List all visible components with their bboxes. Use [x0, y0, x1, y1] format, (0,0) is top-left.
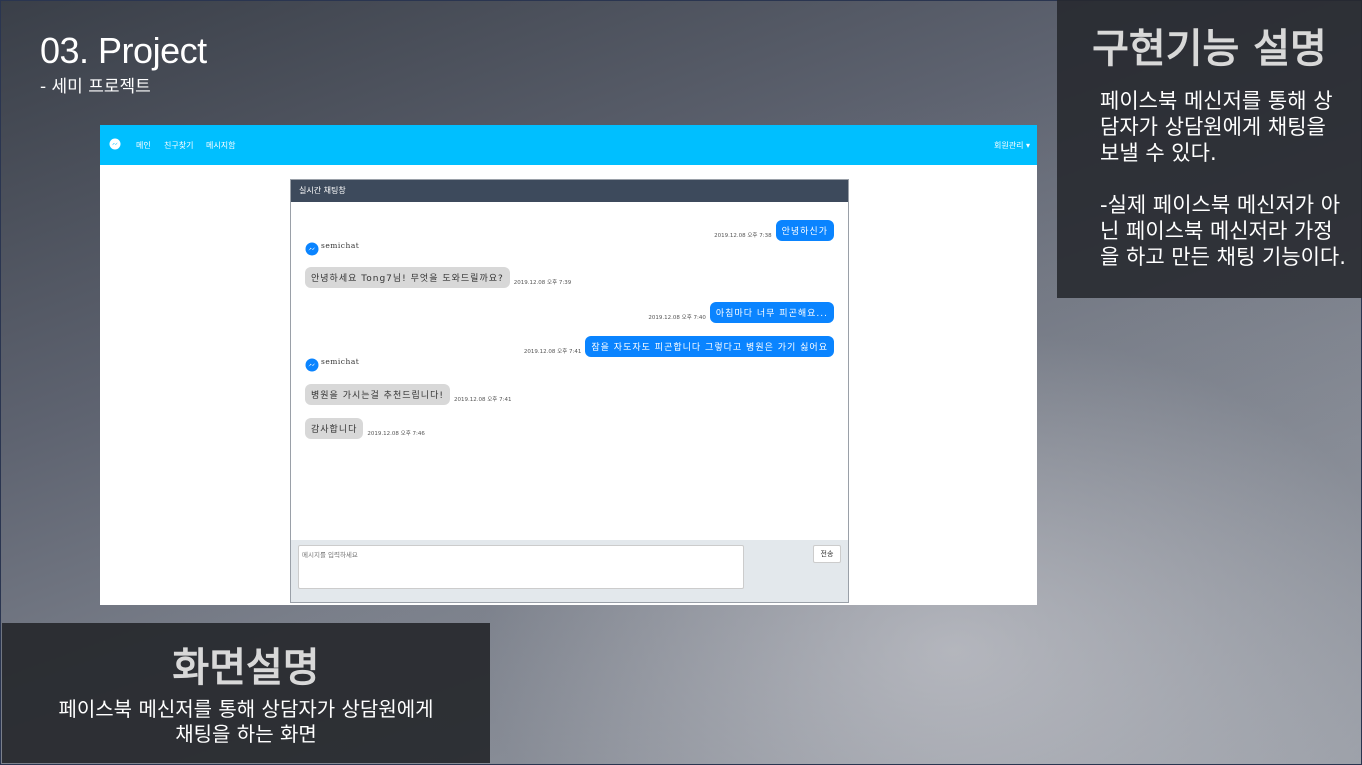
message-time: 2019.12.08 오후 7:39 [513, 280, 572, 286]
navbar: 메인 친구찾기 메시지함 회원관리 ▾ [100, 125, 1037, 165]
sender-label: semichat [305, 356, 360, 372]
nav-main[interactable]: 메인 [136, 140, 151, 151]
app-screenshot: 메인 친구찾기 메시지함 회원관리 ▾ 실시간 채팅창 2019.12.08 오… [100, 125, 1037, 605]
feature-description-box: 구현기능 설명 페이스북 메신저를 통해 상담자가 상담원에게 채팅을 보낼 수… [1057, 0, 1362, 298]
feature-description-text: 페이스북 메신저를 통해 상담자가 상담원에게 채팅을 보낼 수 있다. -실제… [1100, 89, 1346, 269]
screen-caption-box: 화면설명 페이스북 메신저를 통해 상담자가 상담원에게 채팅을 하는 화면 [2, 623, 490, 763]
message-bubble-sent: 아침마다 너무 피곤해요... [709, 302, 834, 323]
sender-label: semichat [305, 240, 360, 256]
message-bubble-received: 안녕하세요 Tong7님! 무엇을 도와드릴까요? [305, 267, 510, 288]
message-bubble-received: 병원을 가시는걸 추천드립니다! [305, 384, 450, 405]
message-input-area: 전송 [291, 540, 848, 602]
slide-title: 03. Project [40, 30, 207, 71]
message-time: 2019.12.08 오후 7:41 [453, 397, 512, 403]
messenger-avatar-icon [305, 242, 319, 256]
nav-find-friends[interactable]: 친구찾기 [164, 140, 193, 151]
messenger-icon[interactable] [109, 138, 121, 150]
member-menu-dropdown[interactable]: 회원관리 ▾ [994, 140, 1030, 151]
message-list[interactable]: 2019.12.08 오후 7:38 안녕하신가 semichat 안녕하세요 … [291, 202, 848, 540]
message-row: 2019.12.08 오후 7:40 아침마다 너무 피곤해요... [644, 302, 834, 323]
chat-header: 실시간 채팅창 [291, 180, 848, 202]
message-row: 감사합니다 2019.12.08 오후 7:46 [305, 418, 429, 439]
message-bubble-sent: 잠을 자도자도 피곤합니다 그렇다고 병원은 가기 싫어요 [585, 336, 834, 357]
message-time: 2019.12.08 오후 7:46 [367, 431, 425, 437]
message-row: 2019.12.08 오후 7:41 잠을 자도자도 피곤합니다 그렇다고 병원… [520, 336, 834, 357]
messenger-avatar-icon [305, 358, 319, 372]
send-button[interactable]: 전송 [813, 545, 841, 563]
message-bubble-received: 감사합니다 [305, 418, 364, 439]
nav-messages[interactable]: 메시지함 [206, 140, 235, 151]
message-row: 2019.12.08 오후 7:38 안녕하신가 [710, 220, 834, 241]
chat-panel: 실시간 채팅창 2019.12.08 오후 7:38 안녕하신가 semicha… [290, 179, 849, 603]
sender-name: semichat [321, 240, 360, 250]
message-time: 2019.12.08 오후 7:41 [523, 349, 582, 355]
screen-caption-title: 화면설명 [172, 645, 320, 691]
slide-subtitle: - 세미 프로젝트 [40, 77, 151, 97]
message-bubble-sent: 안녕하신가 [775, 220, 834, 241]
message-row: 병원을 가시는걸 추천드립니다! 2019.12.08 오후 7:41 [305, 384, 515, 405]
screen-caption-text: 페이스북 메신저를 통해 상담자가 상담원에게 채팅을 하는 화면 [58, 697, 434, 746]
message-input[interactable] [298, 545, 744, 589]
message-row: 안녕하세요 Tong7님! 무엇을 도와드릴까요? 2019.12.08 오후 … [305, 267, 575, 288]
message-time: 2019.12.08 오후 7:38 [714, 233, 772, 239]
message-time: 2019.12.08 오후 7:40 [648, 315, 706, 321]
sender-name: semichat [321, 356, 360, 366]
feature-description-title: 구현기능 설명 [1092, 26, 1327, 72]
